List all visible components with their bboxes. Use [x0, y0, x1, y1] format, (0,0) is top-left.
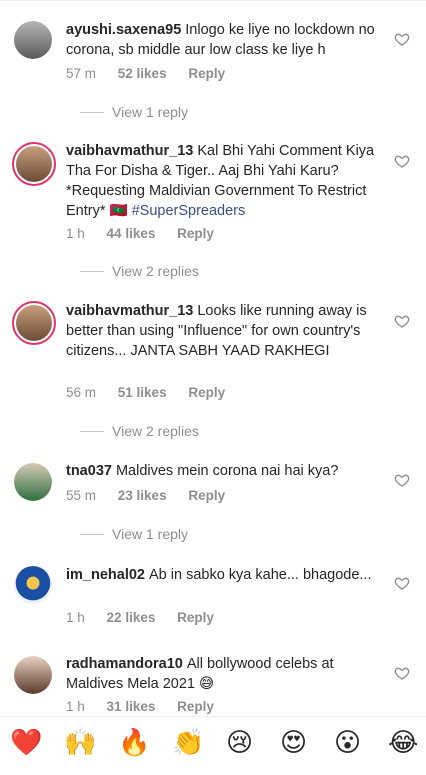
comment-time: 55 m — [66, 488, 97, 503]
comment-text: im_nehal02 Ab in sabko kya kahe... bhagod… — [66, 565, 376, 585]
raised-hands-emoji-icon[interactable]: 🙌 — [64, 725, 96, 759]
heart-icon[interactable] — [394, 31, 410, 47]
comment-text: tna037 Maldives mein corona nai hai kya? — [66, 461, 376, 481]
fire-emoji-icon[interactable]: 🔥 — [118, 725, 150, 759]
reply-button[interactable]: Reply — [188, 66, 225, 81]
view-replies-link[interactable]: View 1 reply — [80, 526, 188, 542]
clapping-hands-emoji-icon[interactable]: 👏 — [172, 725, 204, 759]
heart-icon[interactable] — [394, 575, 410, 591]
heart-icon[interactable] — [394, 472, 410, 488]
red-heart-emoji-icon[interactable]: ❤️ — [10, 725, 42, 759]
comment-likes[interactable]: 23 likes — [118, 488, 167, 503]
comment-meta: 56 m 51 likes Reply — [66, 385, 243, 400]
reply-button[interactable]: Reply — [188, 488, 225, 503]
comment-meta: 1 h 44 likes Reply — [66, 226, 232, 241]
comment-meta: 55 m 23 likes Reply — [66, 488, 243, 503]
comment-text: vaibhavmathur_13 Looks like running away … — [66, 301, 376, 361]
comment-likes[interactable]: 44 likes — [107, 226, 156, 241]
comment-body: Maldives mein corona nai hai kya? — [115, 463, 339, 479]
comment-text: radhamandora10 All bollywood celebs at Ma… — [66, 654, 376, 694]
view-replies-label: View 2 replies — [112, 263, 199, 279]
open-mouth-emoji-icon[interactable]: 😮 — [334, 725, 361, 759]
comment-username[interactable]: ayushi.saxena95 — [66, 22, 181, 38]
comment-text: ayushi.saxena95 Inlogo ke liye no lockdow… — [66, 20, 376, 60]
comment-meta: 57 m 52 likes Reply — [66, 66, 243, 81]
comment-time: 56 m — [66, 385, 97, 400]
comment-time: 1 h — [66, 226, 85, 241]
comment-likes[interactable]: 52 likes — [118, 66, 167, 81]
heart-eyes-emoji-icon[interactable]: 😍 — [280, 725, 307, 759]
reply-button[interactable]: Reply — [177, 699, 214, 714]
comment-body: Ab in sabko kya kahe... bhagode... — [149, 567, 372, 583]
top-divider — [0, 0, 426, 1]
view-replies-label: View 2 replies — [112, 423, 199, 439]
heart-icon[interactable] — [394, 153, 410, 169]
comment-time: 1 h — [66, 699, 85, 714]
view-replies-link[interactable]: View 1 reply — [80, 104, 188, 120]
view-replies-label: View 1 reply — [112, 104, 189, 120]
comment-meta: 1 h 22 likes Reply — [66, 610, 232, 625]
comment-time: 1 h — [66, 610, 85, 625]
avatar[interactable] — [14, 463, 52, 501]
comment-time: 57 m — [66, 66, 97, 81]
tears-of-joy-emoji-icon[interactable]: 😂 — [388, 725, 418, 759]
avatar[interactable] — [14, 21, 52, 59]
crying-face-emoji-icon[interactable]: 😢 — [226, 725, 253, 759]
comment-likes[interactable]: 31 likes — [107, 699, 156, 714]
comment-text: vaibhavmathur_13 Kal Bhi Yahi Comment Kiy… — [66, 141, 376, 221]
emoji-reaction-bar: ❤️ 🙌 🔥 👏 😢 😍 😮 😂 — [0, 716, 426, 775]
comment-username[interactable]: im_nehal02 — [66, 567, 145, 583]
comment-likes[interactable]: 22 likes — [107, 610, 156, 625]
reply-button[interactable]: Reply — [177, 610, 214, 625]
hashtag-link[interactable]: #SuperSpreaders — [132, 203, 246, 219]
comment-meta: 1 h 31 likes Reply — [66, 699, 232, 714]
view-replies-label: View 1 reply — [112, 526, 189, 542]
heart-icon[interactable] — [394, 665, 410, 681]
comment-username[interactable]: vaibhavmathur_13 — [66, 303, 193, 319]
reply-button[interactable]: Reply — [188, 385, 225, 400]
avatar[interactable] — [14, 656, 52, 694]
avatar[interactable] — [12, 142, 56, 186]
heart-icon[interactable] — [394, 313, 410, 329]
comment-username[interactable]: tna037 — [66, 463, 112, 479]
avatar[interactable] — [12, 301, 56, 345]
view-replies-link[interactable]: View 2 replies — [80, 423, 199, 439]
view-replies-link[interactable]: View 2 replies — [80, 263, 199, 279]
comment-username[interactable]: vaibhavmathur_13 — [66, 143, 193, 159]
comment-username[interactable]: radhamandora10 — [66, 656, 183, 672]
reply-button[interactable]: Reply — [177, 226, 214, 241]
comment-likes[interactable]: 51 likes — [118, 385, 167, 400]
avatar[interactable] — [14, 566, 52, 604]
